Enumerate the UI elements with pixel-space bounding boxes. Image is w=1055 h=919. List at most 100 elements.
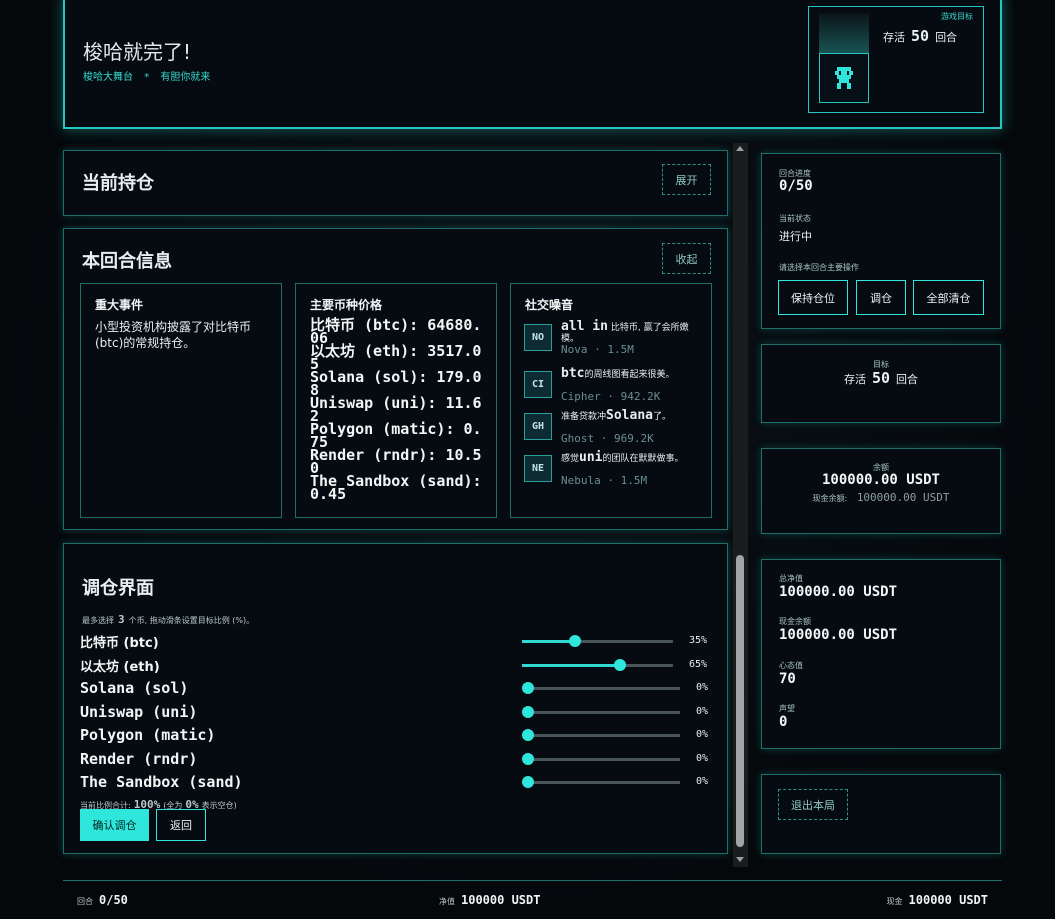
slider-percent: 0% [696, 705, 709, 717]
post-body: 的周线图看起来很美。 [584, 370, 675, 380]
exit-panel: 退出本局 [761, 774, 1001, 854]
slider-percent: 65% [689, 658, 708, 670]
post-head: btc [561, 366, 585, 381]
hint-suffix: 个币, 拖动滑条设置目标比例 (%)。 [128, 616, 255, 625]
prices-card: 主要币种价格 比特币 (btc): 64680.06 以太坊 (eth): 35… [295, 283, 497, 518]
scroll-down-arrow-icon[interactable] [736, 857, 744, 862]
footer-net-label: 净值 [439, 897, 455, 906]
cash2-label: 现金余额 [779, 617, 811, 626]
exit-game-button[interactable]: 退出本局 [778, 789, 848, 820]
net-value: 100000.00 USDT [779, 584, 898, 600]
social-post: CI btc的周线图看起来很美。 Cipher · 942.2K [524, 366, 701, 404]
allocation-slider[interactable] [522, 776, 680, 788]
allocation-slider[interactable] [522, 682, 680, 694]
post-body: 感觉 [561, 454, 580, 464]
scroll-up-arrow-icon[interactable] [736, 146, 744, 151]
slider-knob[interactable] [522, 705, 534, 718]
goal-value: 50 [911, 27, 930, 45]
allocation-slider[interactable] [522, 752, 680, 765]
slider-knob[interactable] [522, 776, 534, 788]
goal-panel-prefix: 存活 [843, 373, 866, 386]
post-head: Solana [606, 408, 653, 423]
post-meta: Nova · 1.5M [561, 343, 634, 356]
goal-panel-suffix: 回合 [896, 373, 919, 386]
round-info-panel: 本回合信息 收起 重大事件 小型投资机构披露了对比特币(btc)的常规持仓。 主… [63, 228, 728, 530]
footer-net: 净值 100000 USDT [439, 889, 540, 908]
total-suffix: 表示空仓) [201, 801, 237, 810]
hint-prefix: 最多选择 [82, 616, 114, 625]
round-info-title: 本回合信息 [82, 251, 172, 272]
goal-panel-text: 存活 50 回合 [762, 369, 1000, 387]
collapse-button[interactable]: 收起 [662, 243, 711, 274]
footer-cash-label: 现金 [886, 897, 903, 906]
allocation-slider[interactable] [522, 635, 673, 647]
slider-knob[interactable] [522, 729, 534, 741]
post-text: 感觉uni的团队在默默做事。 [561, 451, 701, 465]
slider-fill [522, 663, 621, 667]
price-item: The Sandbox (sand): 0.45 [310, 472, 482, 503]
stats-panel: 总净值 100000.00 USDT 现金余额 100000.00 USDT 心… [761, 559, 1001, 749]
hold-button[interactable]: 保持仓位 [778, 280, 848, 315]
status-value: 进行中 [779, 230, 812, 243]
slider-percent: 0% [696, 729, 709, 740]
social-post: GH 准备贷款冲Solana了。 Ghost · 969.2K [524, 408, 701, 446]
social-title: 社交噪音 [525, 298, 574, 312]
mind-label: 心态值 [779, 661, 803, 670]
back-button[interactable]: 返回 [156, 809, 206, 841]
slider-label: Render (rndr) [80, 749, 198, 768]
slider-label: Polygon (matic) [80, 726, 216, 744]
slider-label: 比特币 (btc) [80, 636, 159, 651]
fame-label: 声望 [779, 704, 795, 713]
scroll-thumb[interactable] [736, 555, 744, 847]
cash-value: 100000.00 USDT [856, 491, 950, 504]
rebalance-hint: 最多选择 3 个币, 拖动滑条设置目标比例 (%)。 [82, 613, 254, 626]
post-text: btc的周线图看起来很美。 [561, 366, 701, 381]
slider-knob[interactable] [614, 658, 627, 671]
footer-round-label: 回合 [77, 897, 93, 906]
mind-value: 70 [779, 671, 796, 687]
allocation-slider[interactable] [522, 658, 673, 671]
social-post: NO all in 比特币, 赢了会所嫩模。 Nova · 1.5M [524, 320, 700, 357]
slider-label: 以太坊 (eth) [80, 659, 160, 675]
footer-cash-value: 100000 USDT [908, 893, 988, 907]
confirm-rebalance-button[interactable]: 确认调仓 [80, 809, 149, 841]
expand-button[interactable]: 展开 [662, 164, 711, 195]
goal-text: 存活 50 回合 [883, 27, 957, 45]
user-tag: CI [524, 371, 552, 398]
event-text: 小型投资机构披露了对比特币(btc)的常规持仓。 [95, 320, 252, 350]
action-label: 请选择本回合主要操作 [779, 263, 859, 272]
allocation-slider[interactable] [522, 705, 680, 718]
post-meta: Cipher · 942.2K [561, 390, 661, 403]
goal-prefix: 存活 [883, 31, 905, 44]
game-header: 梭哈就完了! 梭哈大舞台 * 有胆你就来 游戏目标 存活 50 回合 [63, 0, 1002, 129]
slider-percent: 0% [696, 776, 709, 787]
status-footer: 回合 0/50 净值 100000 USDT 现金 100000 USDT [63, 880, 1002, 910]
goal-box: 游戏目标 存活 50 回合 [808, 6, 984, 113]
fame-value: 0 [779, 714, 788, 730]
goal-panel: 目标 存活 50 回合 [761, 344, 1001, 423]
post-body: 准备贷款冲 [561, 412, 607, 422]
allocation-slider[interactable] [522, 729, 680, 741]
slider-knob[interactable] [522, 682, 534, 694]
goal-fade [819, 13, 869, 57]
post-tail: 的团队在默默做事。 [602, 454, 684, 464]
progress-value: 0/50 [779, 178, 813, 194]
slider-knob[interactable] [522, 752, 534, 765]
slider-label: The Sandbox (sand) [80, 773, 243, 791]
rebalance-button[interactable]: 调仓 [856, 280, 906, 315]
cash-prefix: 现金余额: [812, 494, 848, 503]
user-tag: GH [524, 413, 552, 440]
post-text: 准备贷款冲Solana了。 [561, 408, 701, 423]
slider-knob[interactable] [568, 635, 581, 647]
prices-title: 主要币种价格 [310, 298, 383, 312]
slider-fill [522, 640, 575, 643]
positions-title: 当前持仓 [82, 173, 154, 194]
main-scrollbar[interactable] [733, 143, 748, 867]
hint-num: 3 [118, 613, 125, 626]
cash-line: 现金余额: 100000.00 USDT [762, 486, 1000, 505]
pixel-robot-icon [819, 53, 869, 103]
user-tag: NE [524, 455, 552, 482]
subtitle-left: 梭哈大舞台 [83, 72, 133, 83]
post-meta: Nebula · 1.5M [561, 474, 648, 487]
liquidate-all-button[interactable]: 全部清仓 [913, 280, 984, 315]
